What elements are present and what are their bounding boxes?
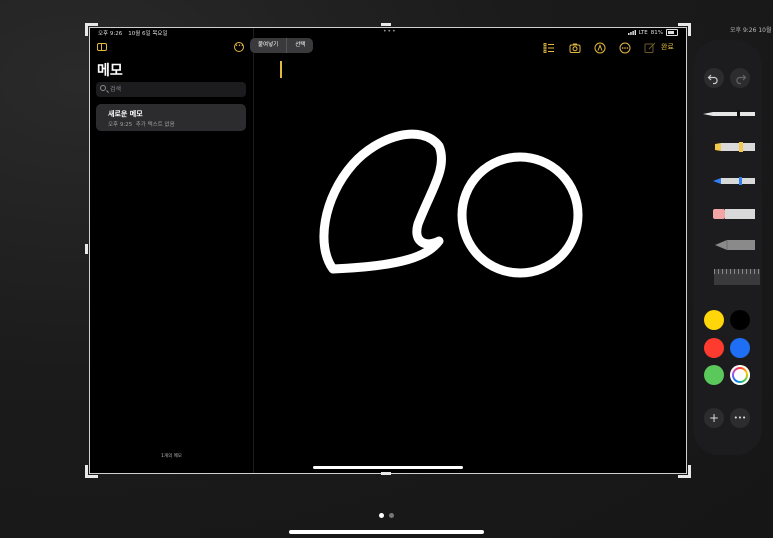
crop-corner-bottom-right[interactable] (678, 465, 691, 478)
note-list-item[interactable]: 새로운 메모 오후 9:25 추가 텍스트 없음 (96, 104, 246, 131)
status-bar-right: LTE 81% (627, 29, 678, 36)
checklist-icon[interactable] (543, 42, 555, 54)
pencil-tool-icon[interactable] (701, 171, 755, 191)
drawing-canvas[interactable] (253, 58, 686, 473)
more-icon[interactable] (619, 42, 631, 54)
page-indicator-dot[interactable] (389, 513, 394, 518)
crop-corner-bottom-left[interactable] (85, 465, 98, 478)
compose-icon[interactable] (644, 42, 656, 54)
camera-icon[interactable] (569, 42, 581, 54)
search-icon (100, 85, 106, 91)
note-subtitle: 오후 9:25 추가 텍스트 없음 (108, 122, 175, 128)
crop-handle-top[interactable] (381, 23, 391, 26)
markup-pen-icon[interactable] (594, 42, 606, 54)
plus-icon[interactable]: + (704, 408, 724, 428)
lasso-tool-icon[interactable] (701, 236, 755, 256)
tool-palette: + ••• (693, 40, 762, 455)
eraser-tool-icon[interactable] (701, 204, 755, 224)
color-swatch-multicolor[interactable] (730, 365, 750, 385)
home-indicator[interactable] (289, 530, 484, 534)
search-input[interactable] (110, 82, 240, 97)
paste-button[interactable]: 붙여넣기 (250, 38, 286, 53)
sidebar-more-icon[interactable]: ••• (234, 42, 244, 52)
signal-icon (627, 30, 636, 35)
crop-corner-top-right[interactable] (678, 23, 691, 36)
battery-icon (666, 29, 678, 36)
redo-icon[interactable] (730, 68, 750, 88)
color-swatch-blue[interactable] (730, 338, 750, 358)
pen-tool-icon[interactable] (701, 104, 755, 124)
edit-menu: 붙여넣기 선택 (250, 38, 314, 53)
color-swatch-black[interactable] (730, 310, 750, 330)
battery-percent: 81% (650, 29, 663, 36)
note-count: 1개의 메모 (161, 454, 182, 459)
background-status: 오후 9:26 10월 (730, 27, 772, 34)
sidebar-toggle-icon[interactable] (97, 43, 107, 51)
notes-sidebar: ••• 메모 새로운 메모 오후 9:25 추가 텍스트 없음 1개의 메모 (90, 28, 254, 473)
ellipsis-icon[interactable]: ••• (730, 408, 750, 428)
color-swatch-yellow[interactable] (704, 310, 724, 330)
handwritten-stroke-circle (457, 152, 583, 278)
note-title: 새로운 메모 (108, 110, 143, 118)
color-swatch-red[interactable] (704, 338, 724, 358)
carrier-label: LTE (638, 29, 648, 36)
crop-handle-left[interactable] (85, 244, 88, 254)
crop-handle-bottom[interactable] (381, 472, 391, 475)
ipad-home-indicator[interactable] (313, 466, 463, 469)
crop-corner-top-left[interactable] (85, 23, 98, 36)
ruler-tool-icon[interactable] (714, 269, 760, 285)
ipad-screen: 오후 9:2610월 6일 목요일 ••• LTE 81% ••• 메모 새로운… (89, 27, 687, 474)
marker-tool-icon[interactable] (701, 137, 755, 157)
done-button[interactable]: 완료 (661, 42, 674, 52)
page-title: 메모 (97, 63, 123, 79)
page-indicator-dot-active[interactable] (379, 513, 384, 518)
handwritten-stroke-loop (319, 129, 447, 274)
color-swatch-green[interactable] (704, 365, 724, 385)
search-field[interactable] (96, 82, 246, 97)
multitasking-dots-icon[interactable]: ••• (383, 28, 397, 35)
undo-icon[interactable] (704, 68, 724, 88)
select-button[interactable]: 선택 (287, 38, 313, 53)
